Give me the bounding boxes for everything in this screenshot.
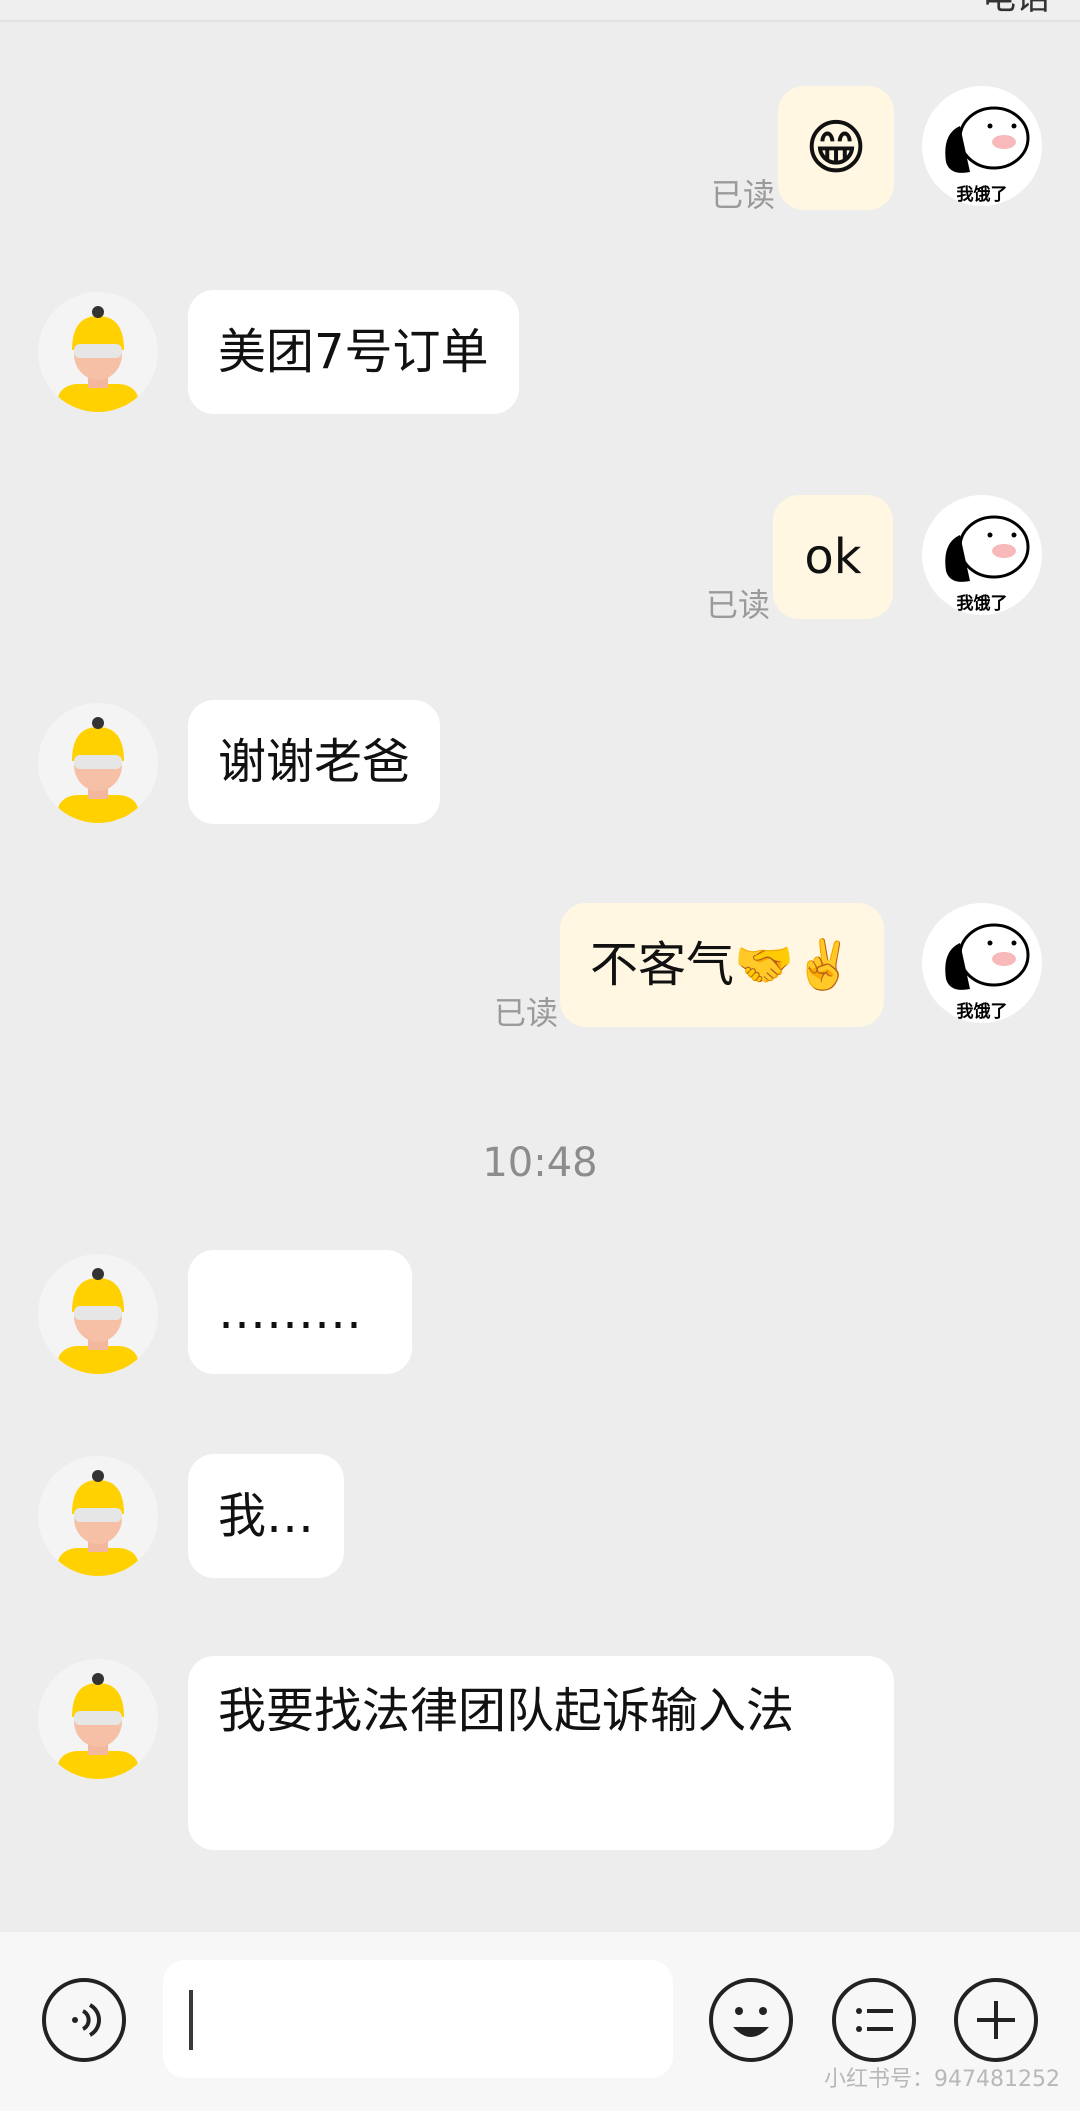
message-bubble[interactable]: 不客气🤝✌️ bbox=[560, 903, 884, 1027]
plus-icon[interactable] bbox=[953, 1977, 1039, 2063]
avatar-caption: 我饿了 bbox=[956, 1002, 1008, 1022]
list-icon[interactable] bbox=[831, 1977, 917, 2063]
chat-timestamp: 10:48 bbox=[482, 1140, 598, 1186]
read-receipt: 已读 bbox=[706, 586, 771, 624]
emoji-icon[interactable] bbox=[708, 1977, 794, 2063]
courier-helmet-icon bbox=[58, 1470, 138, 1576]
courier-avatar[interactable] bbox=[38, 703, 158, 823]
courier-avatar[interactable] bbox=[38, 1254, 158, 1374]
read-receipt: 已读 bbox=[494, 994, 559, 1032]
message-bubble[interactable]: 我… bbox=[188, 1454, 345, 1578]
courier-avatar[interactable] bbox=[38, 292, 158, 412]
avatar-caption: 我饿了 bbox=[956, 185, 1008, 205]
courier-helmet-icon bbox=[58, 306, 138, 412]
courier-helmet-icon bbox=[58, 1268, 138, 1374]
message-bubble[interactable]: ok bbox=[773, 495, 893, 619]
message-bubble-emoji[interactable]: 😁 bbox=[778, 86, 894, 210]
input-bar: 小红书号：947481252 bbox=[0, 1932, 1080, 2111]
read-receipt: 已读 bbox=[711, 176, 776, 214]
courier-avatar[interactable] bbox=[38, 1456, 158, 1576]
courier-helmet-icon bbox=[58, 717, 138, 823]
message-input[interactable] bbox=[163, 1960, 673, 2078]
voice-icon[interactable] bbox=[41, 1977, 127, 2063]
text-caret bbox=[189, 1990, 193, 2050]
header-partial-text: 电话 bbox=[982, 0, 1050, 19]
top-bar: 电话 bbox=[0, 0, 1080, 22]
message-bubble[interactable]: ……… bbox=[188, 1250, 412, 1374]
message-bubble[interactable]: 我要找法律团队起诉输入法 bbox=[188, 1656, 894, 1850]
courier-helmet-icon bbox=[58, 1673, 138, 1779]
message-bubble[interactable]: 美团7号订单 bbox=[188, 290, 519, 414]
avatar-caption: 我饿了 bbox=[956, 594, 1008, 614]
watermark: 小红书号：947481252 bbox=[824, 2067, 1060, 2092]
courier-avatar[interactable] bbox=[38, 1659, 158, 1779]
message-bubble[interactable]: 谢谢老爸 bbox=[188, 700, 441, 824]
